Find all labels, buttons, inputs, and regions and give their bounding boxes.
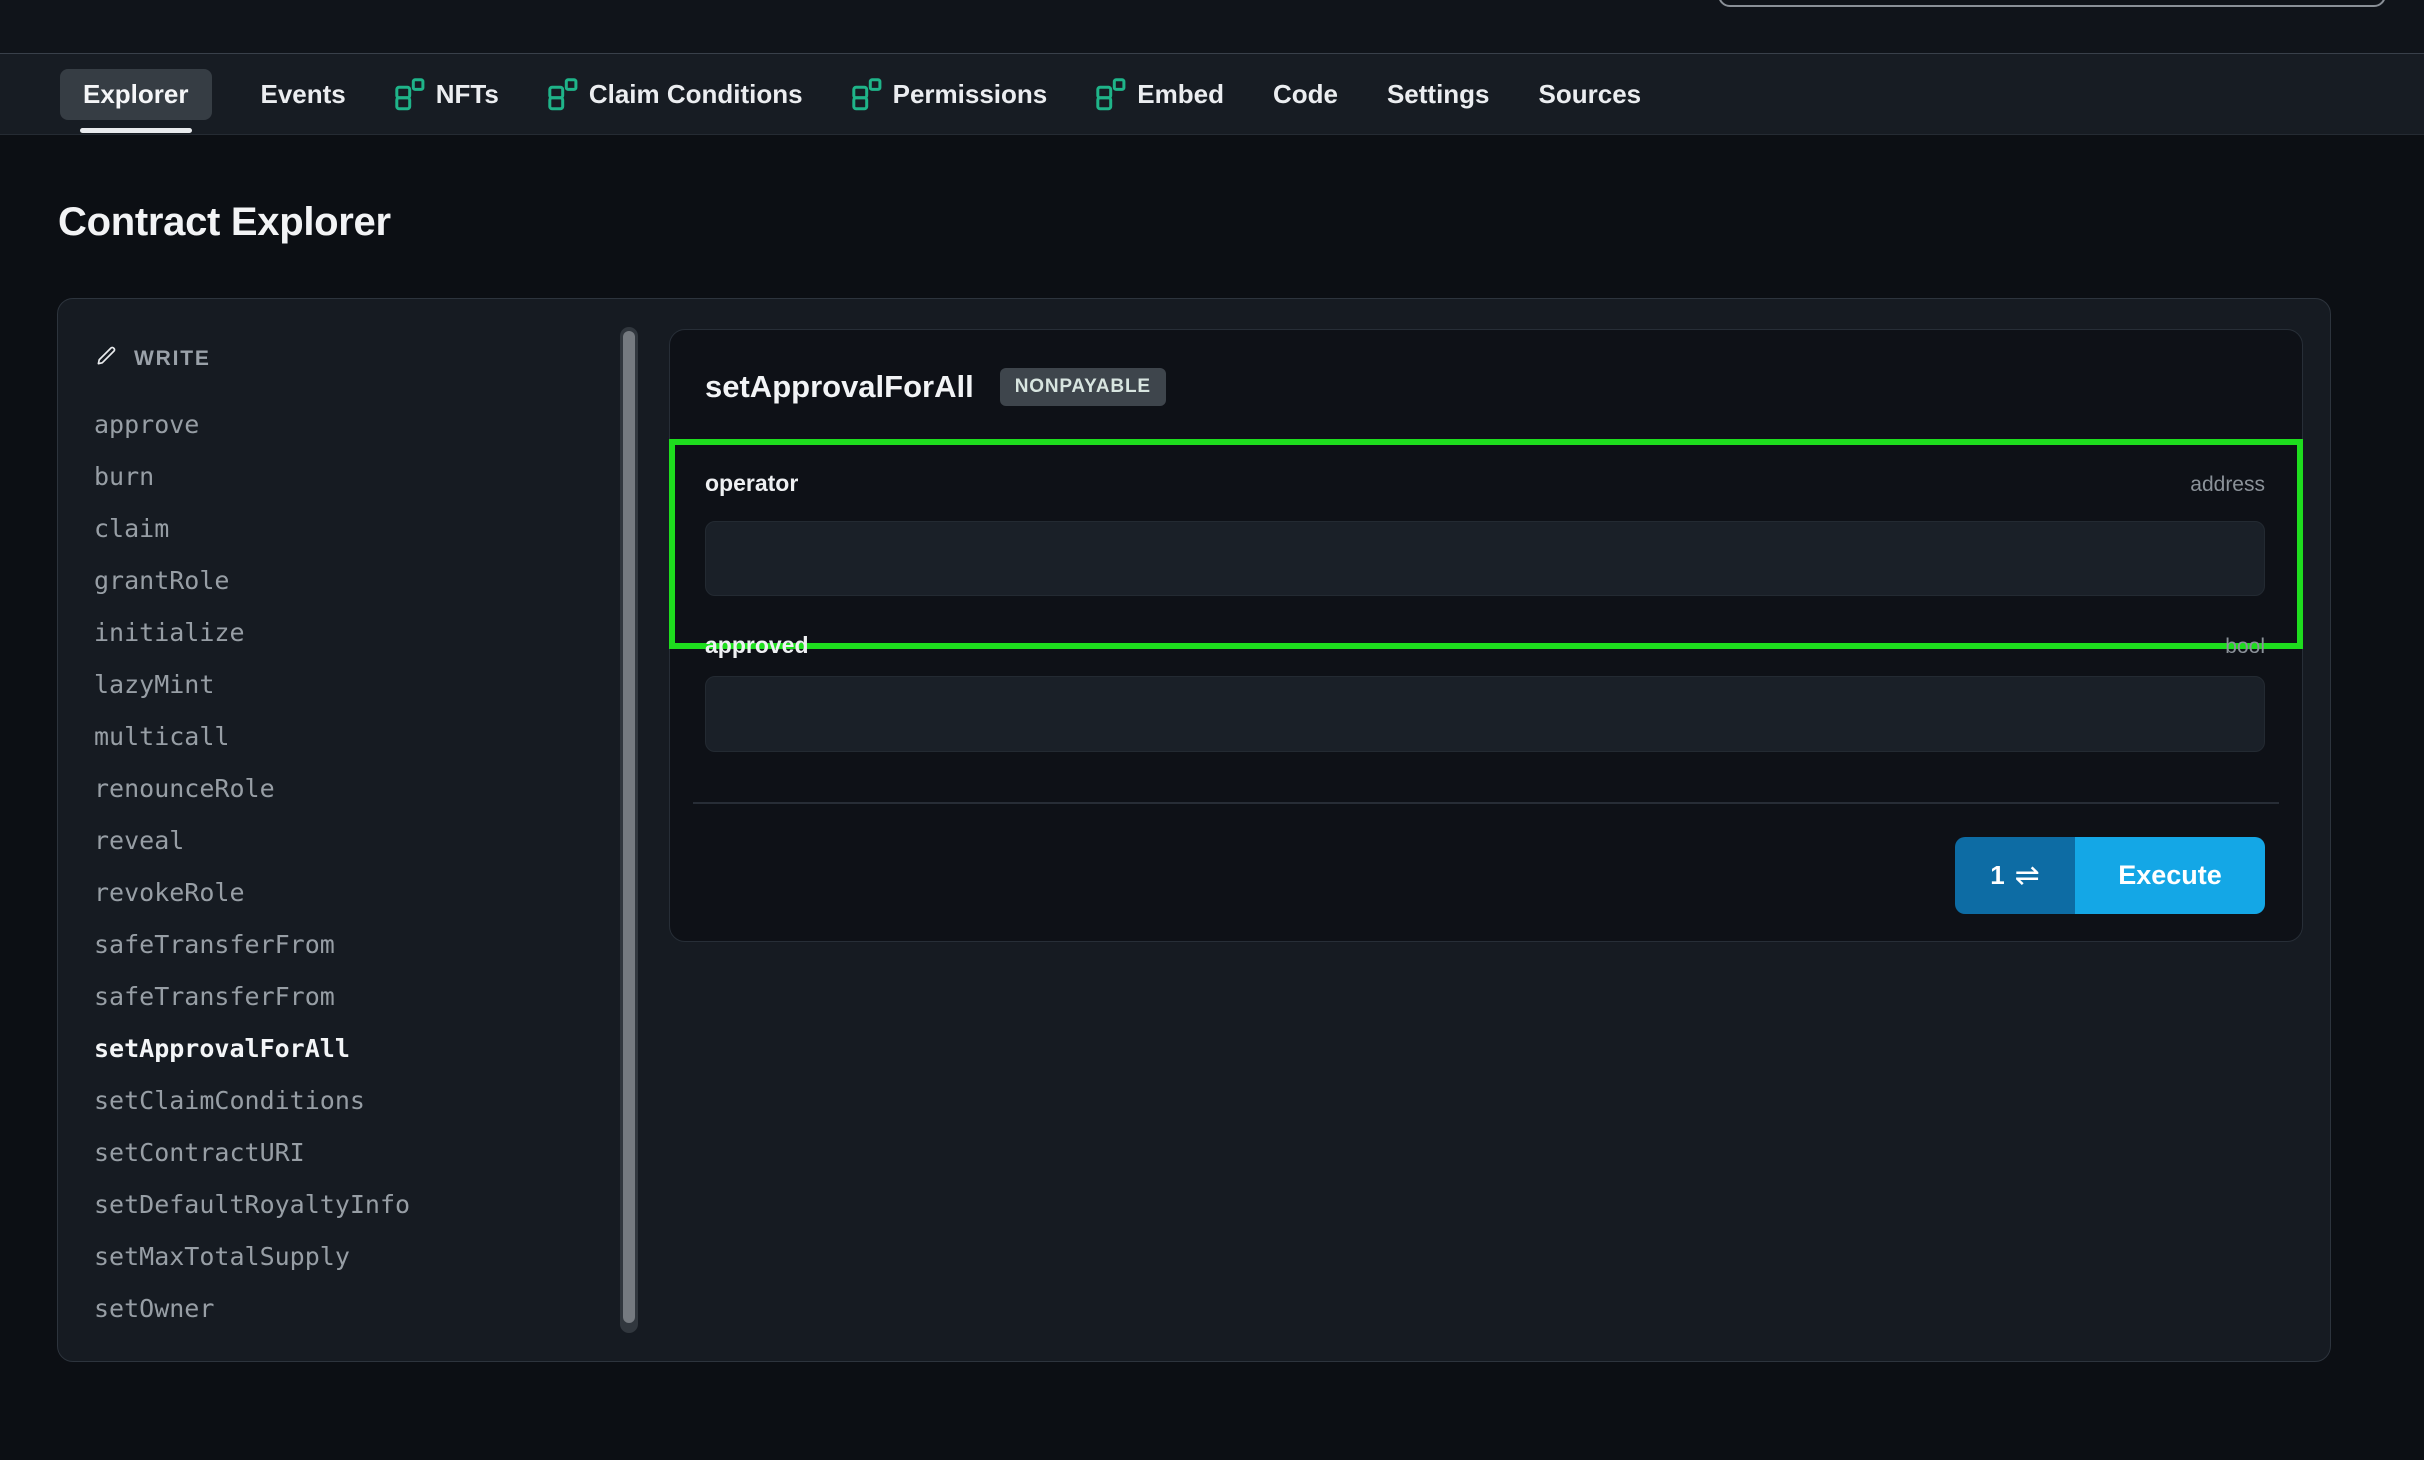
function-item[interactable]: grantRole	[94, 555, 614, 607]
function-item[interactable]: safeTransferFrom	[94, 919, 614, 971]
function-item[interactable]: reveal	[94, 815, 614, 867]
function-list-scrollbar[interactable]	[620, 327, 638, 1333]
scrollbar-thumb[interactable]	[623, 331, 635, 1323]
function-item[interactable]: setContractURI	[94, 1127, 614, 1179]
approved-input[interactable]	[705, 676, 2265, 752]
function-item[interactable]: setClaimConditions	[94, 1075, 614, 1127]
function-item[interactable]: approve	[94, 399, 614, 451]
function-item[interactable]: multicall	[94, 711, 614, 763]
function-item[interactable]: lazyMint	[94, 659, 614, 711]
pencil-icon	[94, 343, 119, 374]
tab-claim-conditions[interactable]: Claim Conditions	[548, 78, 803, 111]
explorer-card: WRITE approve burn claim grantRole initi…	[57, 298, 2331, 1362]
contract-tab-bar: Explorer Events NFTs Claim Conditions	[0, 53, 2424, 135]
function-item[interactable]: renounceRole	[94, 763, 614, 815]
write-section-label: WRITE	[134, 347, 211, 371]
tab-label: Embed	[1137, 79, 1224, 110]
function-item[interactable]: setMaxTotalSupply	[94, 1231, 614, 1283]
operator-input[interactable]	[705, 521, 2265, 596]
write-section-header: WRITE	[94, 343, 211, 374]
extension-icon	[395, 78, 425, 111]
function-item[interactable]: setOwner	[94, 1283, 614, 1335]
queue-count-button[interactable]: 1 ⇌	[1955, 837, 2075, 914]
field-label-approved: approved	[705, 632, 809, 659]
function-detail-panel: setApprovalForAll NONPAYABLE operator ad…	[669, 329, 2303, 942]
swap-arrows-icon: ⇌	[2015, 861, 2040, 891]
function-item[interactable]: initialize	[94, 607, 614, 659]
active-tab-underline	[80, 128, 192, 133]
function-list: approve burn claim grantRole initialize …	[94, 399, 614, 1335]
operator-field-labels: operator address	[705, 470, 2265, 497]
tab-label: Claim Conditions	[589, 79, 803, 110]
tab-label: NFTs	[436, 79, 499, 110]
cutoff-card-edge	[1718, 0, 2386, 7]
footer-divider	[693, 802, 2279, 804]
tab-code[interactable]: Code	[1273, 79, 1338, 110]
queue-count: 1	[1990, 860, 2004, 891]
tab-embed[interactable]: Embed	[1096, 78, 1224, 111]
tab-label: Settings	[1387, 79, 1490, 110]
function-item-selected[interactable]: setApprovalForAll	[94, 1023, 614, 1075]
tab-label: Events	[261, 79, 346, 110]
function-panel-header: setApprovalForAll NONPAYABLE	[705, 368, 2265, 406]
field-type-bool: bool	[2225, 635, 2265, 659]
function-item[interactable]: burn	[94, 451, 614, 503]
tab-explorer[interactable]: Explorer	[60, 69, 212, 120]
tab-label: Code	[1273, 79, 1338, 110]
function-title: setApprovalForAll	[705, 369, 974, 405]
function-item[interactable]: claim	[94, 503, 614, 555]
tab-label: Sources	[1539, 79, 1642, 110]
function-item[interactable]: revokeRole	[94, 867, 614, 919]
top-strip	[0, 0, 2424, 53]
tab-settings[interactable]: Settings	[1387, 79, 1490, 110]
tab-nfts[interactable]: NFTs	[395, 78, 499, 111]
execute-button[interactable]: Execute	[2075, 837, 2265, 914]
field-type-address: address	[2190, 473, 2265, 497]
tab-label: Explorer	[83, 79, 189, 110]
extension-icon	[852, 78, 882, 111]
tab-sources[interactable]: Sources	[1539, 79, 1642, 110]
page-title: Contract Explorer	[58, 200, 391, 245]
extension-icon	[548, 78, 578, 111]
tab-events[interactable]: Events	[261, 79, 346, 110]
function-item[interactable]: setDefaultRoyaltyInfo	[94, 1179, 614, 1231]
execute-button-group: 1 ⇌ Execute	[1955, 837, 2265, 914]
extension-icon	[1096, 78, 1126, 111]
field-label-operator: operator	[705, 470, 798, 497]
function-item[interactable]: safeTransferFrom	[94, 971, 614, 1023]
tab-permissions[interactable]: Permissions	[852, 78, 1048, 111]
mutability-badge: NONPAYABLE	[1000, 368, 1166, 406]
tab-label: Permissions	[893, 79, 1048, 110]
approved-field-labels: approved bool	[705, 632, 2265, 659]
